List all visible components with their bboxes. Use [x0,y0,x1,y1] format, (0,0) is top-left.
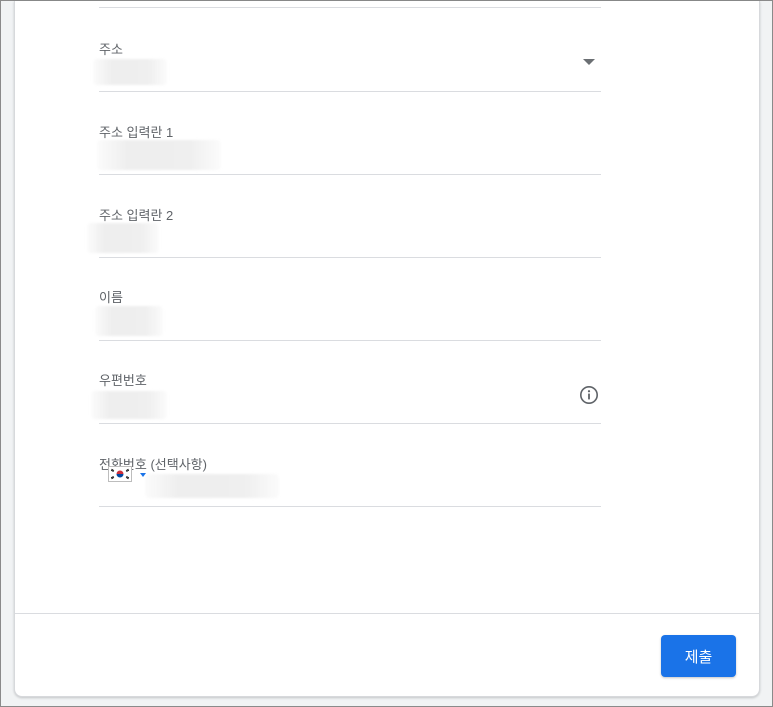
browser-window: 주소 주소 입력란 1 주소 입력란 2 이름 우편번호 전화번호 (선택사항)… [0,0,773,707]
field-label: 주소 [99,42,123,57]
address-line2-field[interactable]: 주소 입력란 2 [87,195,601,258]
dropdown-arrow-icon[interactable] [583,59,595,65]
redacted-value [91,391,167,419]
field-label: 주소 입력란 1 [99,125,174,140]
submit-button[interactable]: 제출 [661,635,736,677]
phone-field[interactable]: 전화번호 (선택사항) [99,444,601,507]
address-line1-field[interactable]: 주소 입력란 1 [97,112,601,175]
field-label: 우편번호 [99,373,147,388]
field-label: 이름 [99,290,123,305]
info-icon[interactable] [579,385,599,405]
address-country-select[interactable]: 주소 [93,29,601,92]
korea-flag-icon[interactable] [108,466,132,482]
redacted-value [95,306,163,336]
redacted-value [87,223,159,253]
previous-field-underline [99,7,601,8]
redacted-value [97,140,221,170]
name-field[interactable]: 이름 [95,278,601,341]
redacted-value [93,59,167,85]
redacted-value [145,474,279,498]
footer-divider [15,613,759,614]
field-label: 주소 입력란 2 [99,208,174,223]
address-form-dialog: 주소 주소 입력란 1 주소 입력란 2 이름 우편번호 전화번호 (선택사항)… [14,1,760,697]
postal-code-field[interactable]: 우편번호 [91,361,601,424]
